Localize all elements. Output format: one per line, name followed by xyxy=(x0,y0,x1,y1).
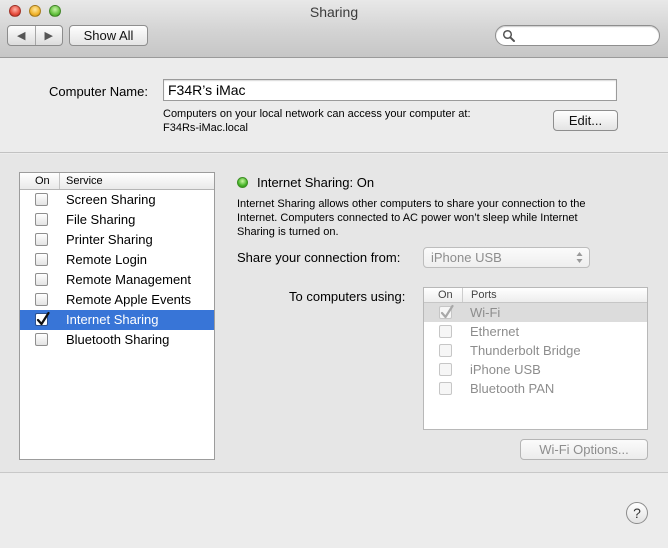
sharing-window: Sharing ◀ ▶ Show All Computer Name: F34R… xyxy=(0,0,668,548)
port-row: Ethernet xyxy=(424,322,647,341)
back-arrow-icon[interactable]: ◀ xyxy=(8,26,36,45)
port-checkbox xyxy=(439,304,454,319)
service-checkbox[interactable] xyxy=(35,311,50,326)
service-checkbox[interactable] xyxy=(35,233,48,246)
service-row[interactable]: Remote Management xyxy=(20,270,214,290)
help-button[interactable]: ? xyxy=(626,502,648,524)
port-label: Bluetooth PAN xyxy=(470,381,555,396)
port-row: Bluetooth PAN xyxy=(424,379,647,398)
service-checkbox[interactable] xyxy=(35,333,48,346)
wifi-options-button[interactable]: Wi-Fi Options... xyxy=(520,439,648,460)
service-label: Printer Sharing xyxy=(66,232,153,247)
service-row[interactable]: Remote Login xyxy=(20,250,214,270)
service-label: Screen Sharing xyxy=(66,192,156,207)
service-label: Bluetooth Sharing xyxy=(66,332,170,347)
forward-arrow-icon[interactable]: ▶ xyxy=(36,26,63,45)
service-row[interactable]: Bluetooth Sharing xyxy=(20,330,214,350)
search-input[interactable] xyxy=(495,25,660,46)
port-checkbox xyxy=(439,382,452,395)
port-checkbox xyxy=(439,325,452,338)
show-all-button[interactable]: Show All xyxy=(69,25,148,46)
port-rows: Wi-Fi Ethernet Thunderbolt Bridge iPhone US… xyxy=(424,303,647,398)
service-checkbox[interactable] xyxy=(35,293,48,306)
computer-name-label: Computer Name: xyxy=(49,84,148,99)
port-checkbox xyxy=(439,344,452,357)
column-header-on[interactable]: On xyxy=(20,173,60,189)
port-row: Wi-Fi xyxy=(424,303,647,322)
to-computers-label: To computers using: xyxy=(289,289,406,304)
bottom-bar xyxy=(0,472,668,548)
ports-list-header: On Ports xyxy=(424,288,647,303)
computer-name-section: Computer Name: F34R’s iMac Computers on … xyxy=(0,58,668,153)
share-from-popup[interactable]: iPhone USB xyxy=(423,247,590,268)
service-list: On Service Screen Sharing File Sharing Pri… xyxy=(19,172,215,460)
port-row: iPhone USB xyxy=(424,360,647,379)
status-title: Internet Sharing: On xyxy=(257,175,375,190)
service-row[interactable]: File Sharing xyxy=(20,210,214,230)
service-label: Remote Management xyxy=(66,272,192,287)
description-line: Sharing is turned on. xyxy=(237,226,339,238)
service-rows: Screen Sharing File Sharing Printer Sharin… xyxy=(20,190,214,350)
description-line: Internet. Computers connected to AC powe… xyxy=(237,212,578,224)
service-checkbox[interactable] xyxy=(35,253,48,266)
port-label: iPhone USB xyxy=(470,362,541,377)
service-label: Remote Login xyxy=(66,252,147,267)
service-row[interactable]: Printer Sharing xyxy=(20,230,214,250)
ports-list: On Ports Wi-Fi Ethernet Thunderbolt Bridge… xyxy=(423,287,648,430)
service-checkbox[interactable] xyxy=(35,273,48,286)
service-list-header: On Service xyxy=(20,173,214,190)
local-address-description: Computers on your local network can acce… xyxy=(163,107,471,135)
back-forward-control: ◀ ▶ xyxy=(7,25,63,46)
service-label: Internet Sharing xyxy=(66,312,159,327)
port-row: Thunderbolt Bridge xyxy=(424,341,647,360)
checkmark-icon xyxy=(36,311,50,326)
window-title: Sharing xyxy=(309,4,359,20)
computer-name-field[interactable]: F34R’s iMac xyxy=(163,79,617,101)
local-address-text: Computers on your local network can acce… xyxy=(163,108,471,120)
column-header-ports: Ports xyxy=(471,289,497,301)
up-down-arrows-icon xyxy=(576,252,583,263)
status-indicator-icon xyxy=(237,177,248,188)
port-label: Thunderbolt Bridge xyxy=(470,343,581,358)
port-label: Wi-Fi xyxy=(470,305,501,320)
service-label: Remote Apple Events xyxy=(66,292,192,307)
share-from-value: iPhone USB xyxy=(431,250,502,265)
checkmark-icon xyxy=(440,304,454,319)
service-row[interactable]: Internet Sharing xyxy=(20,310,214,330)
service-row[interactable]: Remote Apple Events xyxy=(20,290,214,310)
column-header-service[interactable]: Service xyxy=(60,173,103,189)
service-label: File Sharing xyxy=(66,212,136,227)
magnifying-glass-icon xyxy=(502,29,515,42)
toolbar: Sharing ◀ ▶ Show All xyxy=(0,0,668,58)
port-label: Ethernet xyxy=(470,324,520,339)
description-line: Internet Sharing allows other computers … xyxy=(237,198,586,210)
edit-button[interactable]: Edit... xyxy=(553,110,618,131)
column-header-on: On xyxy=(424,288,463,302)
service-checkbox[interactable] xyxy=(35,213,48,226)
local-hostname: F34Rs-iMac.local xyxy=(163,122,248,134)
service-row[interactable]: Screen Sharing xyxy=(20,190,214,210)
internet-sharing-description: Internet Sharing allows other computers … xyxy=(237,197,637,239)
port-checkbox xyxy=(439,363,452,376)
service-checkbox[interactable] xyxy=(35,193,48,206)
share-from-label: Share your connection from: xyxy=(237,250,401,265)
